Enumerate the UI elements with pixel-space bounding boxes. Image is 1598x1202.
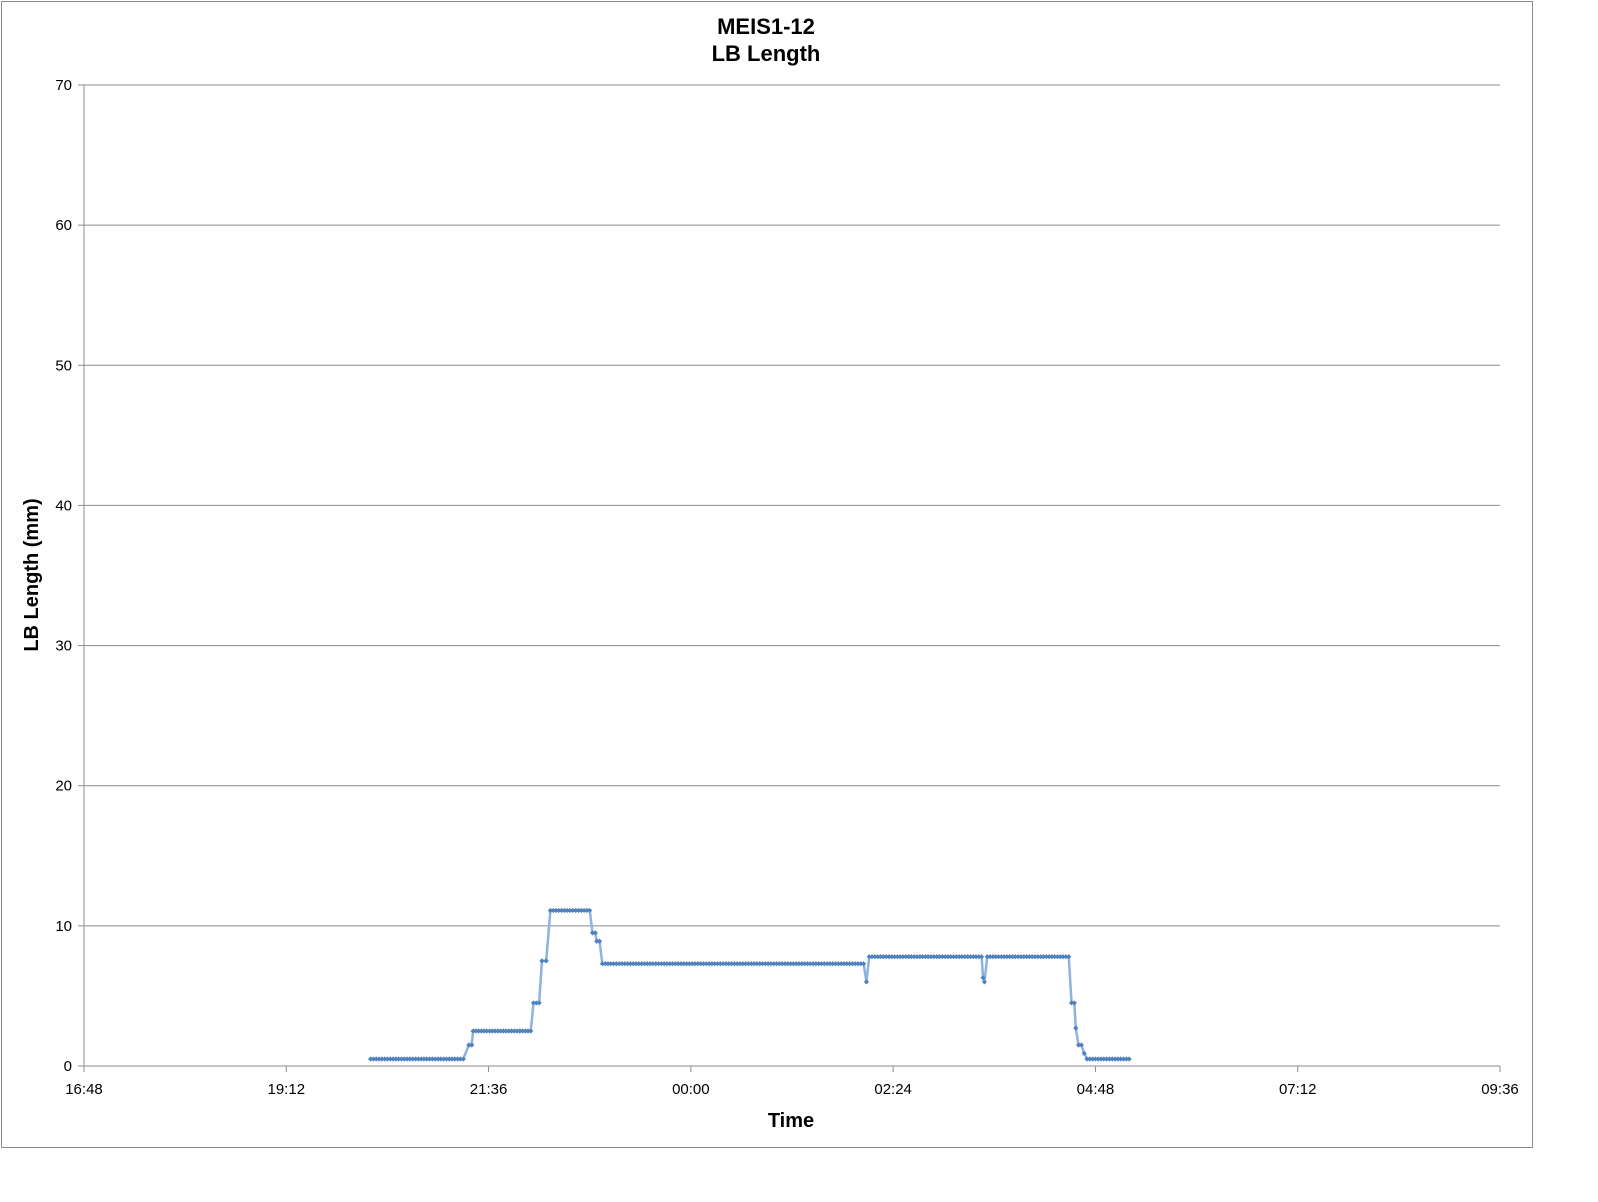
data-point xyxy=(528,1028,534,1034)
chart-subtitle: LB Length xyxy=(712,41,821,66)
data-point xyxy=(863,979,870,985)
x-tick-label: 09:36 xyxy=(1481,1081,1519,1098)
x-tick-label: 07:12 xyxy=(1279,1081,1317,1098)
axis-layer: 0 10 20 30 40 50 60 70 16:48 19:12 21:36 00:00 02:24… xyxy=(55,77,1518,1098)
data-point xyxy=(587,907,593,914)
data-point xyxy=(1073,1025,1079,1031)
data-point xyxy=(1126,1056,1132,1062)
chart-title: MEIS1-12 xyxy=(717,14,815,39)
x-axis-title: Time xyxy=(768,1110,814,1132)
x-tick-label: 16:48 xyxy=(65,1081,103,1098)
x-tick-label: 00:00 xyxy=(672,1081,710,1098)
series-layer xyxy=(367,907,1132,1062)
x-tick-label: 19:12 xyxy=(268,1081,306,1098)
y-tick-label: 30 xyxy=(55,638,72,655)
x-tick-label: 04:48 xyxy=(1077,1081,1115,1098)
y-tick-label: 10 xyxy=(55,918,72,935)
data-point xyxy=(469,1042,475,1048)
data-point xyxy=(596,938,603,944)
x-tick-label: 02:24 xyxy=(874,1081,912,1098)
grid-layer xyxy=(84,84,1500,927)
y-axis-title: LB Length (mm) xyxy=(21,498,43,651)
y-tick-label: 50 xyxy=(55,357,72,374)
data-point xyxy=(861,961,867,967)
y-tick-label: 70 xyxy=(55,77,72,94)
data-point xyxy=(536,1000,542,1006)
data-point xyxy=(1066,954,1072,960)
series-line xyxy=(370,909,1130,1061)
data-point xyxy=(543,958,549,964)
y-tick-label: 20 xyxy=(55,778,72,795)
y-tick-label: 60 xyxy=(55,217,72,234)
lb-length-chart: 0 10 20 30 40 50 60 70 16:48 19:12 21:36 00:00 02:24… xyxy=(21,14,1519,1132)
y-tick-label: 0 xyxy=(64,1058,72,1075)
data-point xyxy=(979,954,985,960)
x-tick-label: 21:36 xyxy=(470,1081,508,1098)
y-tick-label: 40 xyxy=(55,497,72,514)
